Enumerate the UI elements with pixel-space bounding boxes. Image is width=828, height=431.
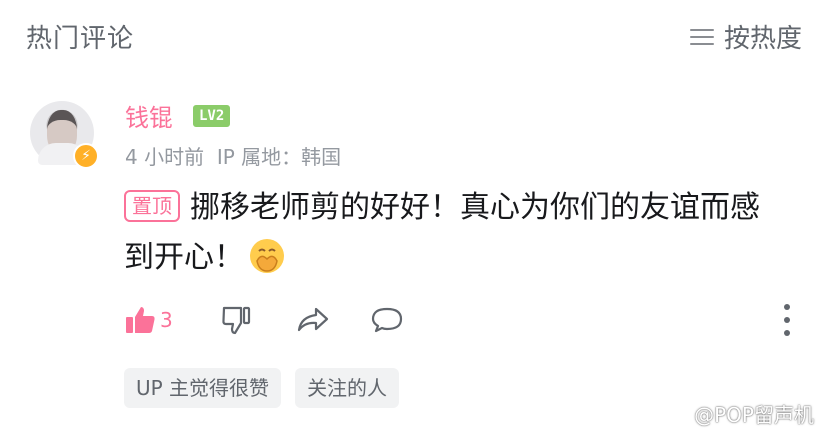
username[interactable]: 钱锟 [125,98,173,133]
watermark: @POP留声机 [668,399,814,428]
weibo-logo-icon [668,405,689,423]
sort-list-icon [689,28,714,46]
thumbs-down-icon [222,306,251,335]
level-badge: LV2 [193,105,231,127]
sort-label: 按热度 [723,24,802,54]
comment-actions: 3 [124,300,804,340]
comment-time: 4 小时前 [125,145,205,169]
section-title: 热门评论 [26,24,135,54]
thumbs-up-icon [126,307,155,333]
pinned-tag: 置顶 [124,189,180,222]
comment-content: 置顶 挪移老师剪的好好！真心为你们的友谊而感到开心！ [124,183,784,283]
share-icon [297,307,329,332]
watermark-text: @POP留声机 [694,403,814,427]
dislike-button[interactable] [220,300,252,340]
tag-up-liked: UP 主觉得很赞 [124,368,282,408]
like-button[interactable]: 3 [124,300,173,340]
more-options-icon[interactable] [784,304,790,336]
tag-followed: 关注的人 [295,368,400,408]
ip-location: IP 属地：韩国 [216,145,342,169]
comment-tags: UP 主觉得很赞 关注的人 [124,368,400,408]
chat-bubble-icon [371,307,403,333]
sort-toggle[interactable]: 按热度 [689,18,802,55]
comment-meta: 4 小时前 IP 属地：韩国 [125,141,341,170]
comment-text: 挪移老师剪的好好！真心为你们的友谊而感到开心！ [124,190,760,275]
share-button[interactable] [296,300,330,340]
lightning-badge-icon: ⚡ [73,143,99,169]
hands-covering-mouth-emoji-icon [250,238,284,273]
comment-section-header: 热门评论 按热度 [0,0,828,72]
reply-button[interactable] [370,300,404,340]
like-count: 3 [160,308,173,332]
